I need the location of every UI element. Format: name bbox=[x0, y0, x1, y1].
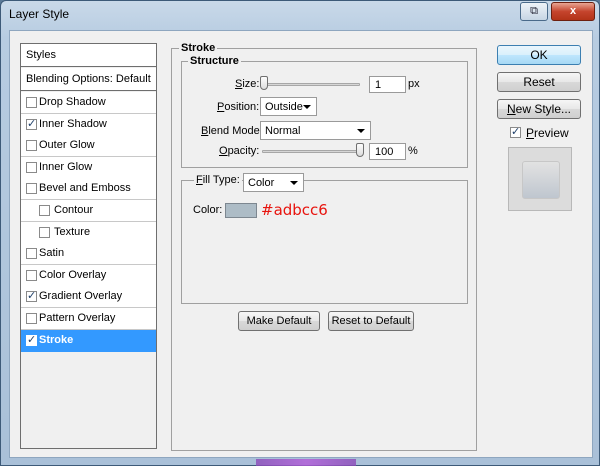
style-row-color-overlay[interactable]: Color Overlay bbox=[21, 264, 156, 287]
style-row-label: Contour bbox=[54, 204, 94, 216]
color-label: Color: bbox=[193, 204, 223, 216]
close-button[interactable]: x bbox=[551, 2, 595, 21]
opacity-unit: % bbox=[408, 145, 418, 157]
style-checkbox[interactable] bbox=[26, 313, 37, 324]
style-row-label: Stroke bbox=[39, 333, 74, 346]
size-input[interactable]: 1 bbox=[369, 76, 406, 93]
style-checkbox[interactable] bbox=[26, 97, 37, 108]
ok-button[interactable]: OK bbox=[497, 45, 581, 65]
chevron-down-icon bbox=[290, 181, 298, 185]
blend-mode-label: Blend Mode: bbox=[201, 125, 263, 137]
help-icon[interactable]: ⧉ bbox=[520, 2, 548, 21]
structure-title: Structure bbox=[188, 55, 241, 67]
blend-mode-value: Normal bbox=[265, 125, 301, 137]
styles-header[interactable]: Styles bbox=[21, 44, 156, 67]
fill-type-value: Color bbox=[248, 177, 275, 189]
style-row-label: Drop Shadow bbox=[39, 96, 106, 108]
style-row-drop-shadow[interactable]: Drop Shadow bbox=[21, 92, 156, 114]
position-select[interactable]: Outside bbox=[260, 97, 317, 116]
style-row-label: Inner Shadow bbox=[39, 117, 107, 130]
layer-style-window: Layer Style ⧉ x Styles Blending Options:… bbox=[0, 0, 600, 466]
style-checkbox[interactable] bbox=[26, 117, 37, 130]
preview-checkbox[interactable]: ✓ bbox=[510, 126, 521, 138]
style-row-satin[interactable]: Satin bbox=[21, 243, 156, 266]
style-row-label: Gradient Overlay bbox=[39, 290, 123, 303]
position-value: Outside bbox=[265, 101, 303, 113]
color-swatch[interactable] bbox=[225, 203, 257, 218]
size-slider-thumb[interactable] bbox=[260, 76, 268, 90]
style-checkbox[interactable] bbox=[39, 226, 50, 238]
styles-list: Styles Blending Options: Default Drop Sh… bbox=[20, 43, 157, 449]
opacity-label: Opacity: bbox=[219, 145, 260, 157]
stroke-title: Stroke bbox=[179, 42, 218, 54]
style-row-label: Texture bbox=[54, 225, 91, 238]
style-row-pattern-overlay[interactable]: Pattern Overlay bbox=[21, 308, 156, 330]
chevron-down-icon bbox=[303, 105, 311, 109]
preview-label: Preview bbox=[526, 126, 569, 140]
reset-to-default-button[interactable]: Reset to Default bbox=[328, 311, 414, 331]
style-row-stroke[interactable]: Stroke bbox=[21, 329, 156, 352]
fill-type-label: Fill Type: bbox=[194, 174, 242, 186]
style-row-texture[interactable]: Texture bbox=[21, 221, 156, 244]
dialog-client: Styles Blending Options: Default Drop Sh… bbox=[9, 30, 593, 458]
window-title: Layer Style bbox=[9, 7, 70, 21]
preview-thumbnail bbox=[508, 147, 572, 211]
style-row-label: Inner Glow bbox=[39, 160, 93, 173]
size-unit: px bbox=[408, 78, 420, 90]
opacity-slider-thumb[interactable] bbox=[356, 143, 364, 157]
style-row-label: Color Overlay bbox=[39, 268, 107, 281]
style-checkbox[interactable] bbox=[26, 269, 37, 281]
style-row-gradient-overlay[interactable]: Gradient Overlay bbox=[21, 286, 156, 309]
chevron-down-icon bbox=[357, 129, 365, 133]
style-row-label: Outer Glow bbox=[39, 139, 95, 152]
fill-type-select[interactable]: Color bbox=[243, 173, 304, 192]
fill-group bbox=[181, 180, 468, 304]
style-row-outer-glow[interactable]: Outer Glow bbox=[21, 135, 156, 158]
size-label: Size: bbox=[235, 78, 260, 90]
style-row-inner-glow[interactable]: Inner Glow bbox=[21, 156, 156, 179]
style-checkbox[interactable] bbox=[26, 183, 37, 195]
style-row-label: Satin bbox=[39, 247, 65, 260]
position-label: Position: bbox=[217, 101, 260, 113]
close-icon: x bbox=[569, 5, 577, 17]
style-row-label: Bevel and Emboss bbox=[39, 182, 131, 195]
opacity-input[interactable]: 100 bbox=[369, 143, 406, 160]
new-style-button[interactable]: New Style... bbox=[497, 99, 581, 119]
check-icon: ✓ bbox=[511, 126, 521, 138]
style-row-label: Pattern Overlay bbox=[39, 312, 116, 324]
style-row-inner-shadow[interactable]: Inner Shadow bbox=[21, 113, 156, 136]
blending-options-row[interactable]: Blending Options: Default bbox=[21, 68, 156, 91]
style-checkbox[interactable] bbox=[26, 289, 37, 303]
color-hex-text: #adbcc6 bbox=[261, 201, 328, 219]
style-checkbox[interactable] bbox=[26, 140, 37, 152]
reset-button[interactable]: Reset bbox=[497, 72, 581, 92]
preview-inner-shape bbox=[522, 161, 560, 199]
style-checkbox[interactable] bbox=[39, 205, 50, 216]
opacity-slider-track[interactable] bbox=[262, 150, 363, 153]
make-default-button[interactable]: Make Default bbox=[238, 311, 320, 331]
style-checkbox[interactable] bbox=[26, 161, 37, 173]
size-slider-track[interactable] bbox=[262, 83, 360, 86]
style-row-bevel-and-emboss[interactable]: Bevel and Emboss bbox=[21, 178, 156, 201]
style-row-contour[interactable]: Contour bbox=[21, 200, 156, 222]
style-checkbox[interactable] bbox=[26, 248, 37, 260]
blend-mode-select[interactable]: Normal bbox=[260, 121, 371, 140]
taskbar-strip bbox=[256, 459, 356, 466]
title-bar: Layer Style ⧉ x bbox=[1, 1, 599, 29]
style-checkbox[interactable] bbox=[26, 333, 37, 346]
